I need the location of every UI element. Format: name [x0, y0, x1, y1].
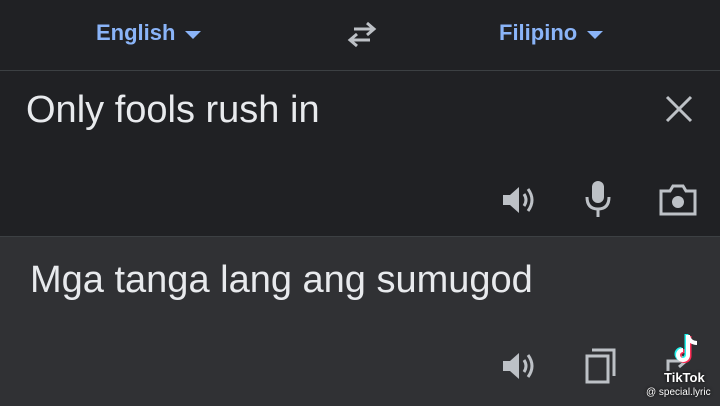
voice-input-button[interactable]: [584, 179, 612, 219]
copy-translation-button[interactable]: [584, 347, 618, 385]
speaker-icon: [503, 187, 534, 213]
source-language-selector[interactable]: English: [96, 18, 202, 48]
target-language-label: Filipino: [499, 20, 578, 45]
source-text-input[interactable]: Only fools rush in: [26, 89, 320, 132]
target-language-selector[interactable]: Filipino: [499, 18, 604, 48]
translated-text: Mga tanga lang ang sumugod: [30, 259, 533, 301]
source-language-label: English: [96, 20, 176, 45]
copy-icon: [585, 348, 616, 384]
camera-input-button[interactable]: [658, 183, 698, 217]
microphone-icon: [585, 181, 611, 217]
translation-output-panel: Mga tanga lang ang sumugod: [0, 236, 720, 406]
listen-source-button[interactable]: [500, 183, 538, 217]
tiktok-handle-text: @ special.lyric: [646, 387, 711, 398]
swap-arrows-icon: [347, 21, 377, 48]
chevron-down-icon: [185, 30, 202, 39]
source-input-panel: Only fools rush in: [0, 71, 720, 235]
tiktok-watermark: TikTok @ special.lyric: [646, 332, 720, 402]
speaker-icon: [503, 353, 534, 379]
close-icon: [665, 95, 693, 123]
tiktok-brand-text: TikTok: [664, 370, 705, 385]
camera-icon: [659, 184, 697, 216]
clear-input-button[interactable]: [662, 92, 696, 126]
chevron-down-icon: [587, 30, 604, 39]
listen-translation-button[interactable]: [500, 349, 538, 383]
swap-languages-button[interactable]: [344, 19, 380, 49]
tiktok-logo-icon: [674, 334, 698, 363]
language-bar: English Filipino: [0, 0, 720, 71]
